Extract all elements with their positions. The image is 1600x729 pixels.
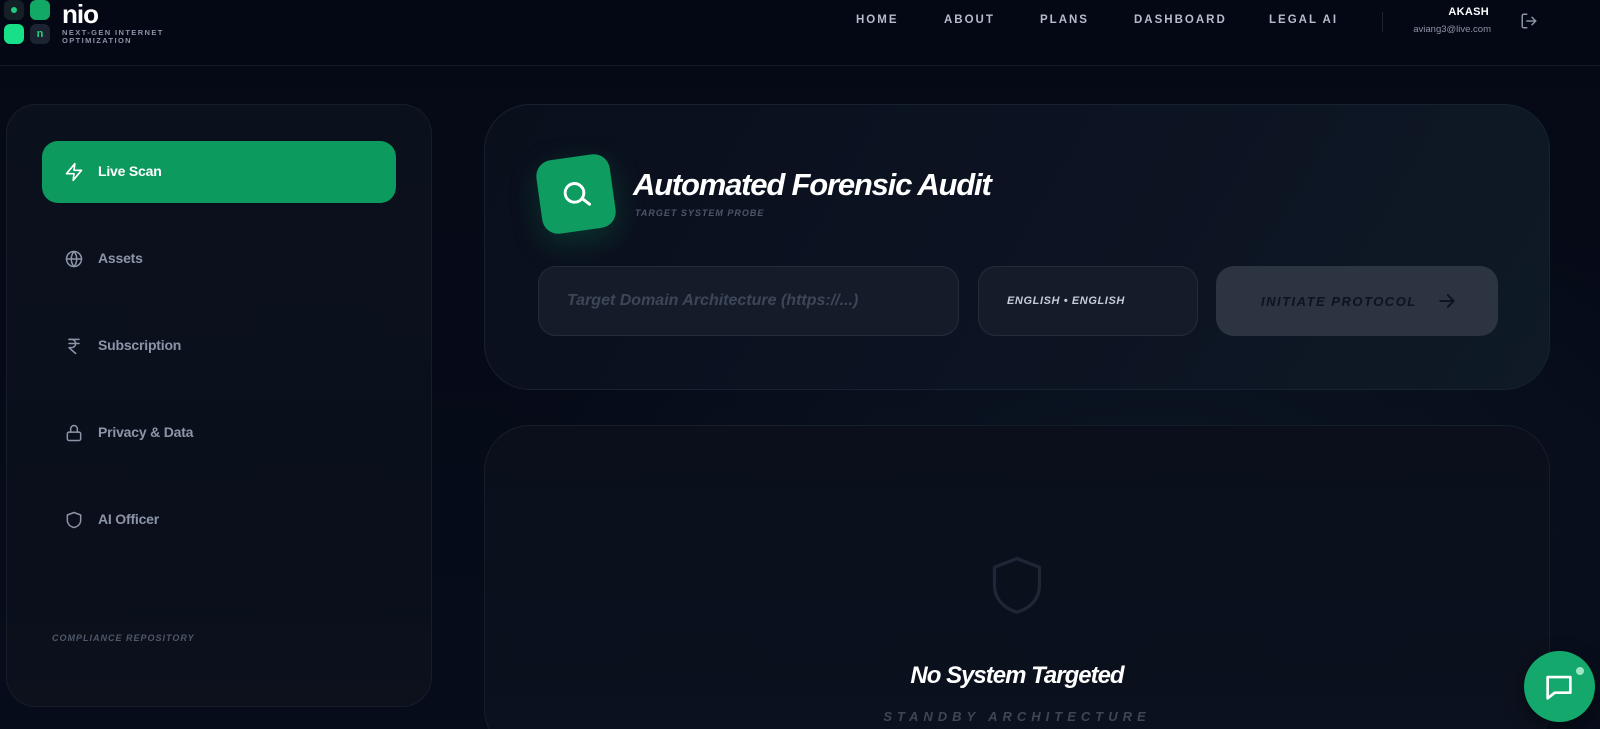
user-name: AKASH <box>1448 6 1489 18</box>
nav-plans-link[interactable]: PLANS <box>1040 14 1089 26</box>
arrow-right-icon <box>1439 294 1455 308</box>
initiate-protocol-button[interactable]: INITIATE PROTOCOL <box>1216 266 1498 336</box>
sidebar: Live Scan Assets Subscription Privacy & … <box>6 104 432 707</box>
audit-badge <box>534 152 618 236</box>
sidebar-item-label: Assets <box>98 250 143 266</box>
lock-icon <box>66 424 82 442</box>
initiate-protocol-label: INITIATE PROTOCOL <box>1261 294 1417 309</box>
sidebar-item-label: Subscription <box>98 337 182 353</box>
sidebar-item-subscription[interactable]: Subscription <box>42 315 396 377</box>
search-icon <box>563 182 592 206</box>
sidebar-item-privacy[interactable]: Privacy & Data <box>42 402 396 464</box>
language-select-value: ENGLISH • ENGLISH <box>1007 295 1125 307</box>
top-navbar: n nio NEXT-GEN INTERNET OPTIMIZATION HOM… <box>0 0 1600 66</box>
page-title: Automated Forensic Audit <box>633 167 992 202</box>
brand-tagline: NEXT-GEN INTERNET OPTIMIZATION <box>62 28 164 45</box>
sidebar-item-ai-officer[interactable]: AI Officer <box>42 489 396 551</box>
chat-icon <box>1546 675 1572 700</box>
logo-tile <box>4 24 24 44</box>
logout-icon[interactable] <box>1520 12 1538 30</box>
sidebar-item-assets[interactable]: Assets <box>42 228 396 290</box>
target-domain-input[interactable] <box>538 266 959 336</box>
globe-icon <box>65 250 83 268</box>
nav-divider <box>1382 12 1383 32</box>
shield-icon <box>992 556 1042 614</box>
user-email: aviang3@live.com <box>1413 24 1491 35</box>
sidebar-item-live-scan[interactable]: Live Scan <box>42 141 396 203</box>
logo-tile: n <box>30 24 50 44</box>
rupee-icon <box>68 338 80 355</box>
sidebar-item-label: Live Scan <box>98 163 162 179</box>
nav-home-link[interactable]: HOME <box>856 14 899 26</box>
language-select[interactable]: ENGLISH • ENGLISH <box>978 266 1198 336</box>
page-subtitle: TARGET SYSTEM PROBE <box>635 208 765 218</box>
sidebar-item-label: Privacy & Data <box>98 424 194 440</box>
results-panel: No System Targeted STANDBY ARCHITECTURE <box>484 425 1550 729</box>
empty-state-subtitle: STANDBY ARCHITECTURE <box>883 709 1151 724</box>
notification-dot <box>1574 665 1586 677</box>
logo-tile <box>30 0 50 20</box>
logo-tile <box>4 0 24 20</box>
bolt-icon <box>65 162 83 182</box>
shield-icon <box>66 511 82 529</box>
nav-about-link[interactable]: ABOUT <box>944 14 995 26</box>
compliance-repository-label: COMPLIANCE REPOSITORY <box>52 633 195 643</box>
brand-logo[interactable]: n <box>4 0 52 44</box>
nav-dashboard-link[interactable]: DASHBOARD <box>1134 14 1227 26</box>
empty-state-title: No System Targeted <box>910 662 1124 689</box>
chat-button[interactable] <box>1524 651 1595 722</box>
sidebar-item-label: AI Officer <box>98 511 160 527</box>
audit-panel: Automated Forensic Audit TARGET SYSTEM P… <box>484 104 1550 390</box>
brand-name[interactable]: nio <box>62 0 99 30</box>
nav-legal-ai-link[interactable]: LEGAL AI <box>1269 14 1338 26</box>
